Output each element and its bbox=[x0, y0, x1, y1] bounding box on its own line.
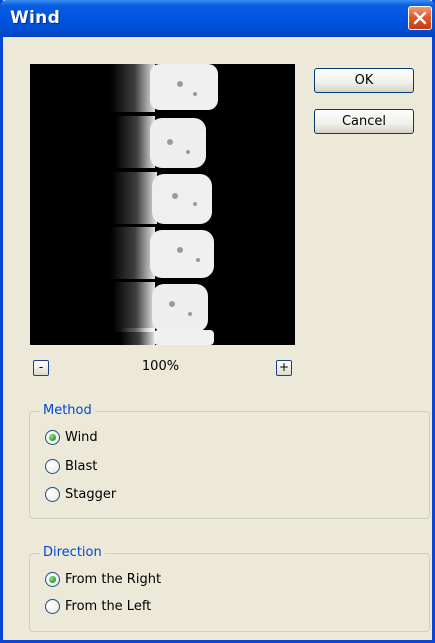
radio-selected-icon bbox=[45, 571, 60, 587]
method-option-label: Wind bbox=[65, 429, 98, 445]
radio-unselected-icon bbox=[45, 598, 60, 614]
method-radio-wind[interactable]: Wind bbox=[45, 428, 98, 446]
filter-preview[interactable] bbox=[30, 64, 295, 345]
method-group: Method Wind Blast Stagger bbox=[29, 403, 430, 519]
ok-button[interactable]: OK bbox=[314, 68, 414, 93]
direction-option-label: From the Left bbox=[65, 598, 152, 614]
radio-unselected-icon bbox=[45, 486, 60, 502]
cancel-button[interactable]: Cancel bbox=[314, 109, 414, 134]
window-title: Wind bbox=[10, 8, 61, 28]
close-button[interactable] bbox=[408, 6, 432, 30]
method-radio-blast[interactable]: Blast bbox=[45, 457, 97, 475]
method-legend: Method bbox=[40, 403, 95, 418]
method-option-label: Stagger bbox=[65, 486, 117, 502]
direction-legend: Direction bbox=[40, 545, 105, 560]
direction-radio-left[interactable]: From the Left bbox=[45, 597, 151, 615]
title-bar[interactable]: Wind bbox=[0, 0, 435, 37]
method-option-label: Blast bbox=[65, 458, 98, 474]
zoom-level: 100% bbox=[141, 359, 180, 374]
zoom-in-button[interactable]: + bbox=[276, 360, 292, 376]
method-radio-stagger[interactable]: Stagger bbox=[45, 485, 116, 503]
preview-image bbox=[30, 64, 295, 345]
close-icon bbox=[413, 11, 427, 25]
radio-unselected-icon bbox=[45, 458, 60, 474]
direction-group: Direction From the Right From the Left bbox=[29, 545, 430, 632]
direction-option-label: From the Right bbox=[65, 571, 162, 587]
zoom-out-button[interactable]: - bbox=[33, 360, 49, 376]
wind-dialog: Wind OK Cancel - 100% + Method Wind Blas… bbox=[0, 0, 435, 643]
radio-selected-icon bbox=[45, 429, 60, 445]
direction-radio-right[interactable]: From the Right bbox=[45, 570, 161, 588]
